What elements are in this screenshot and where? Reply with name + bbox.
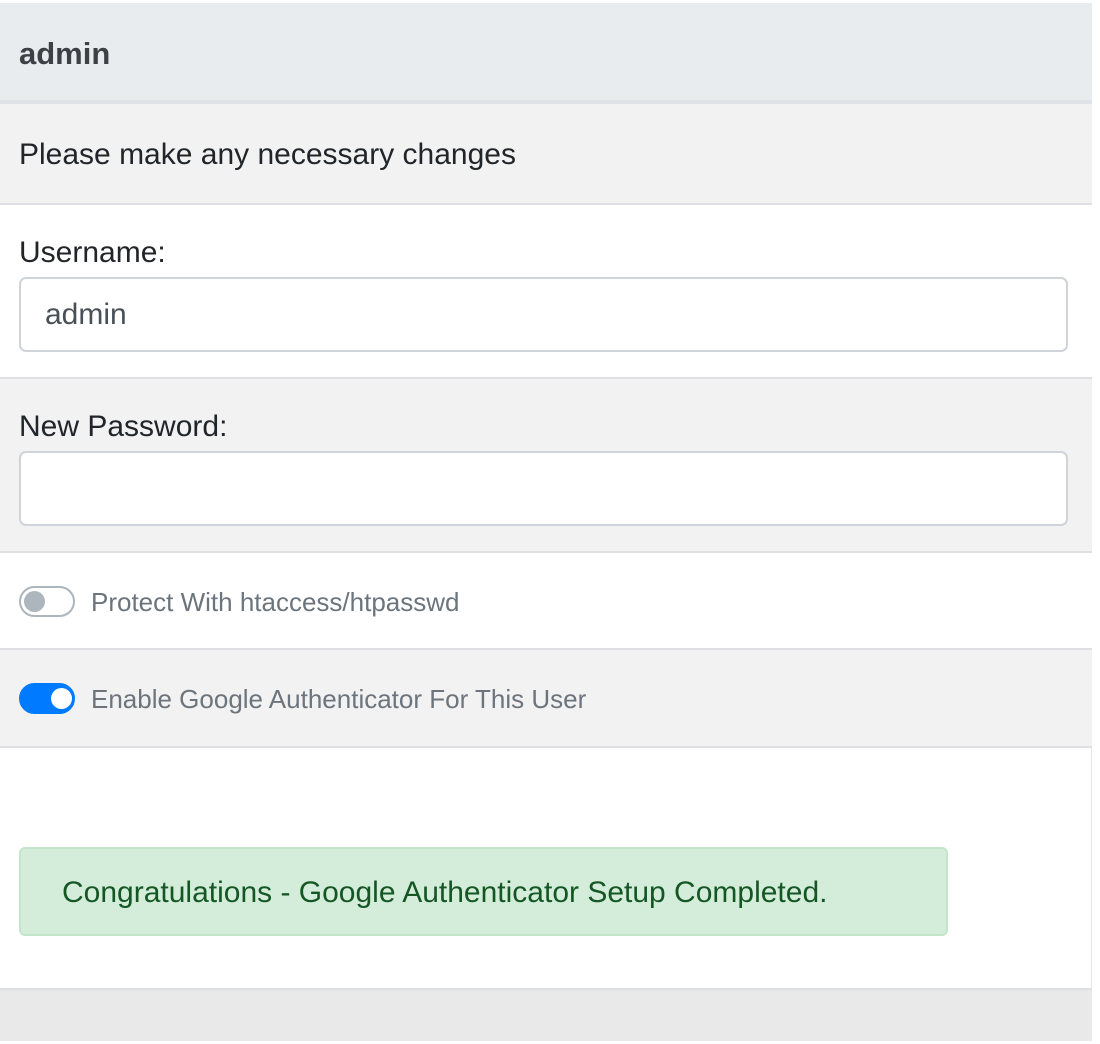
user-edit-panel: admin Please make any necessary changes … <box>0 3 1092 1041</box>
success-alert-message: Congratulations - Google Authenticator S… <box>62 876 828 909</box>
toggle-knob <box>24 591 45 612</box>
new-password-label: New Password: <box>19 410 228 443</box>
panel-title: admin <box>19 36 111 71</box>
username-input[interactable] <box>19 277 1068 352</box>
htaccess-toggle-label[interactable]: Protect With htaccess/htpasswd <box>91 586 459 618</box>
new-password-row: New Password: <box>0 379 1092 553</box>
htaccess-row: Protect With htaccess/htpasswd <box>0 553 1092 650</box>
intro-row: Please make any necessary changes <box>0 104 1092 205</box>
google-auth-row: Enable Google Authenticator For This Use… <box>0 650 1092 748</box>
htaccess-toggle[interactable] <box>19 586 75 617</box>
new-password-input[interactable] <box>19 451 1068 526</box>
google-auth-toggle-label[interactable]: Enable Google Authenticator For This Use… <box>91 683 586 715</box>
panel-header: admin <box>0 3 1092 104</box>
username-label: Username: <box>19 236 166 269</box>
username-row: Username: <box>0 205 1092 379</box>
panel-footer <box>0 988 1092 1041</box>
success-alert: Congratulations - Google Authenticator S… <box>19 847 948 936</box>
google-auth-toggle[interactable] <box>19 683 75 714</box>
intro-text: Please make any necessary changes <box>19 138 516 171</box>
toggle-knob <box>51 688 72 709</box>
